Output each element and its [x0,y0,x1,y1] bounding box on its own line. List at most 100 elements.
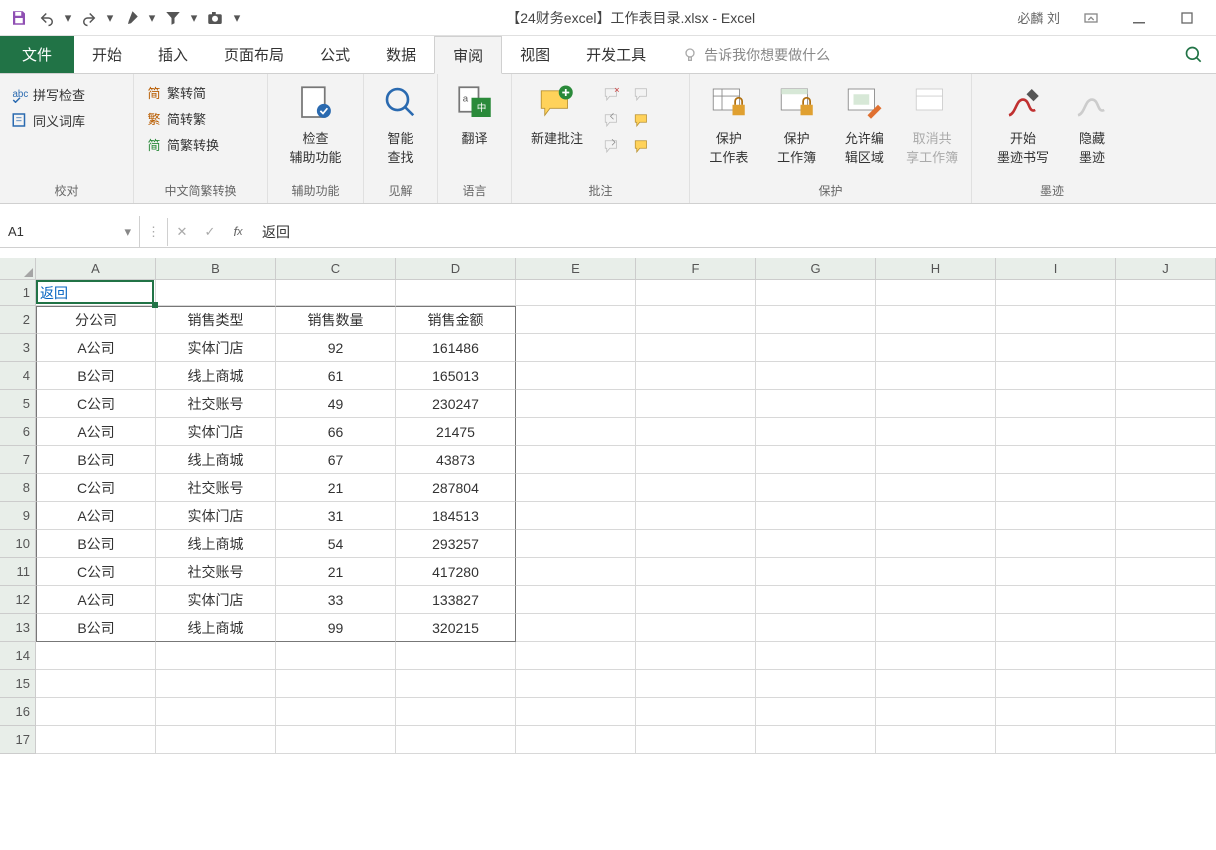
cell[interactable] [516,670,636,698]
cell[interactable] [756,306,876,334]
cell[interactable] [756,698,876,726]
cell[interactable] [876,334,996,362]
cell[interactable] [636,558,756,586]
trad-to-simp-button[interactable]: 繁简转繁 [142,106,222,130]
cell[interactable] [396,280,516,306]
table-cell[interactable]: 67 [276,446,396,474]
tab-home[interactable]: 开始 [74,36,140,73]
thesaurus-button[interactable]: 同义词库 [8,108,88,132]
hide-ink-button[interactable]: 隐藏墨迹 [1066,78,1118,166]
cell[interactable] [876,502,996,530]
cell[interactable] [996,614,1116,642]
table-cell[interactable]: 社交账号 [156,558,276,586]
cell[interactable] [996,586,1116,614]
cell[interactable] [756,502,876,530]
cell[interactable] [756,362,876,390]
cell[interactable] [636,502,756,530]
tab-dev[interactable]: 开发工具 [568,36,664,73]
cell[interactable] [1116,502,1216,530]
cell[interactable] [516,362,636,390]
table-cell[interactable]: 实体门店 [156,586,276,614]
fill-handle[interactable] [152,302,158,308]
camera-icon[interactable] [202,5,228,31]
table-cell[interactable]: 92 [276,334,396,362]
row-header[interactable]: 16 [0,698,35,726]
cell[interactable] [756,726,876,754]
table-cell[interactable]: 49 [276,390,396,418]
row-header[interactable]: 4 [0,362,35,390]
cell[interactable] [516,642,636,670]
cell[interactable] [516,446,636,474]
maximize-icon[interactable] [1170,5,1204,31]
col-header[interactable]: A [36,258,156,279]
cell[interactable] [276,670,396,698]
col-header[interactable]: H [876,258,996,279]
cell[interactable] [756,390,876,418]
cell[interactable] [1116,474,1216,502]
cell[interactable] [1116,306,1216,334]
cell[interactable] [876,586,996,614]
cell[interactable] [156,698,276,726]
table-cell[interactable]: 31 [276,502,396,530]
cell[interactable] [156,642,276,670]
cell[interactable] [996,446,1116,474]
cell[interactable] [996,530,1116,558]
cell[interactable] [516,726,636,754]
cell[interactable] [876,362,996,390]
cell[interactable] [996,698,1116,726]
column-headers[interactable]: ABCDEFGHIJ [36,258,1216,280]
cell[interactable] [636,642,756,670]
cell[interactable] [756,558,876,586]
brush-dropdown-icon[interactable]: ▾ [146,5,158,31]
redo-dropdown-icon[interactable]: ▾ [104,5,116,31]
table-cell[interactable]: 实体门店 [156,334,276,362]
table-cell[interactable]: 21 [276,474,396,502]
cell[interactable] [1116,280,1216,306]
cell[interactable] [156,280,276,306]
cell[interactable] [876,418,996,446]
cell[interactable] [636,698,756,726]
cell[interactable] [1116,670,1216,698]
row-header[interactable]: 11 [0,558,35,586]
cell[interactable] [996,362,1116,390]
qat-customize-icon[interactable]: ▾ [230,5,244,31]
cell[interactable] [36,670,156,698]
table-cell[interactable]: 33 [276,586,396,614]
cell[interactable] [516,306,636,334]
cell[interactable] [996,726,1116,754]
cell[interactable] [876,446,996,474]
row-header[interactable]: 9 [0,502,35,530]
cell[interactable] [996,670,1116,698]
cell[interactable] [636,474,756,502]
row-header[interactable]: 3 [0,334,35,362]
cell[interactable] [756,334,876,362]
protect-workbook-button[interactable]: 保护工作簿 [766,78,828,166]
cell[interactable] [876,670,996,698]
cell[interactable] [756,670,876,698]
cell[interactable] [636,280,756,306]
cell[interactable] [1116,586,1216,614]
cell[interactable] [1116,698,1216,726]
cell[interactable] [756,446,876,474]
show-all-comments-button[interactable] [630,108,654,132]
cell[interactable] [996,558,1116,586]
new-comment-button[interactable]: 新建批注 [520,78,594,147]
col-header[interactable]: F [636,258,756,279]
cell[interactable] [1116,390,1216,418]
cell[interactable] [876,614,996,642]
tab-layout[interactable]: 页面布局 [206,36,302,73]
row-header[interactable]: 17 [0,726,35,754]
cell[interactable] [876,306,996,334]
table-cell[interactable]: C公司 [36,558,156,586]
formula-input[interactable]: 返回 [252,222,1216,242]
chinese-convert-button[interactable]: 简简繁转换 [142,132,222,156]
cell[interactable] [516,334,636,362]
cell[interactable] [636,614,756,642]
cell[interactable] [156,670,276,698]
minimize-icon[interactable] [1122,5,1156,31]
table-cell[interactable]: 线上商城 [156,614,276,642]
table-header[interactable]: 销售类型 [156,306,276,334]
brush-icon[interactable] [118,5,144,31]
cell[interactable] [636,306,756,334]
cell[interactable] [276,726,396,754]
